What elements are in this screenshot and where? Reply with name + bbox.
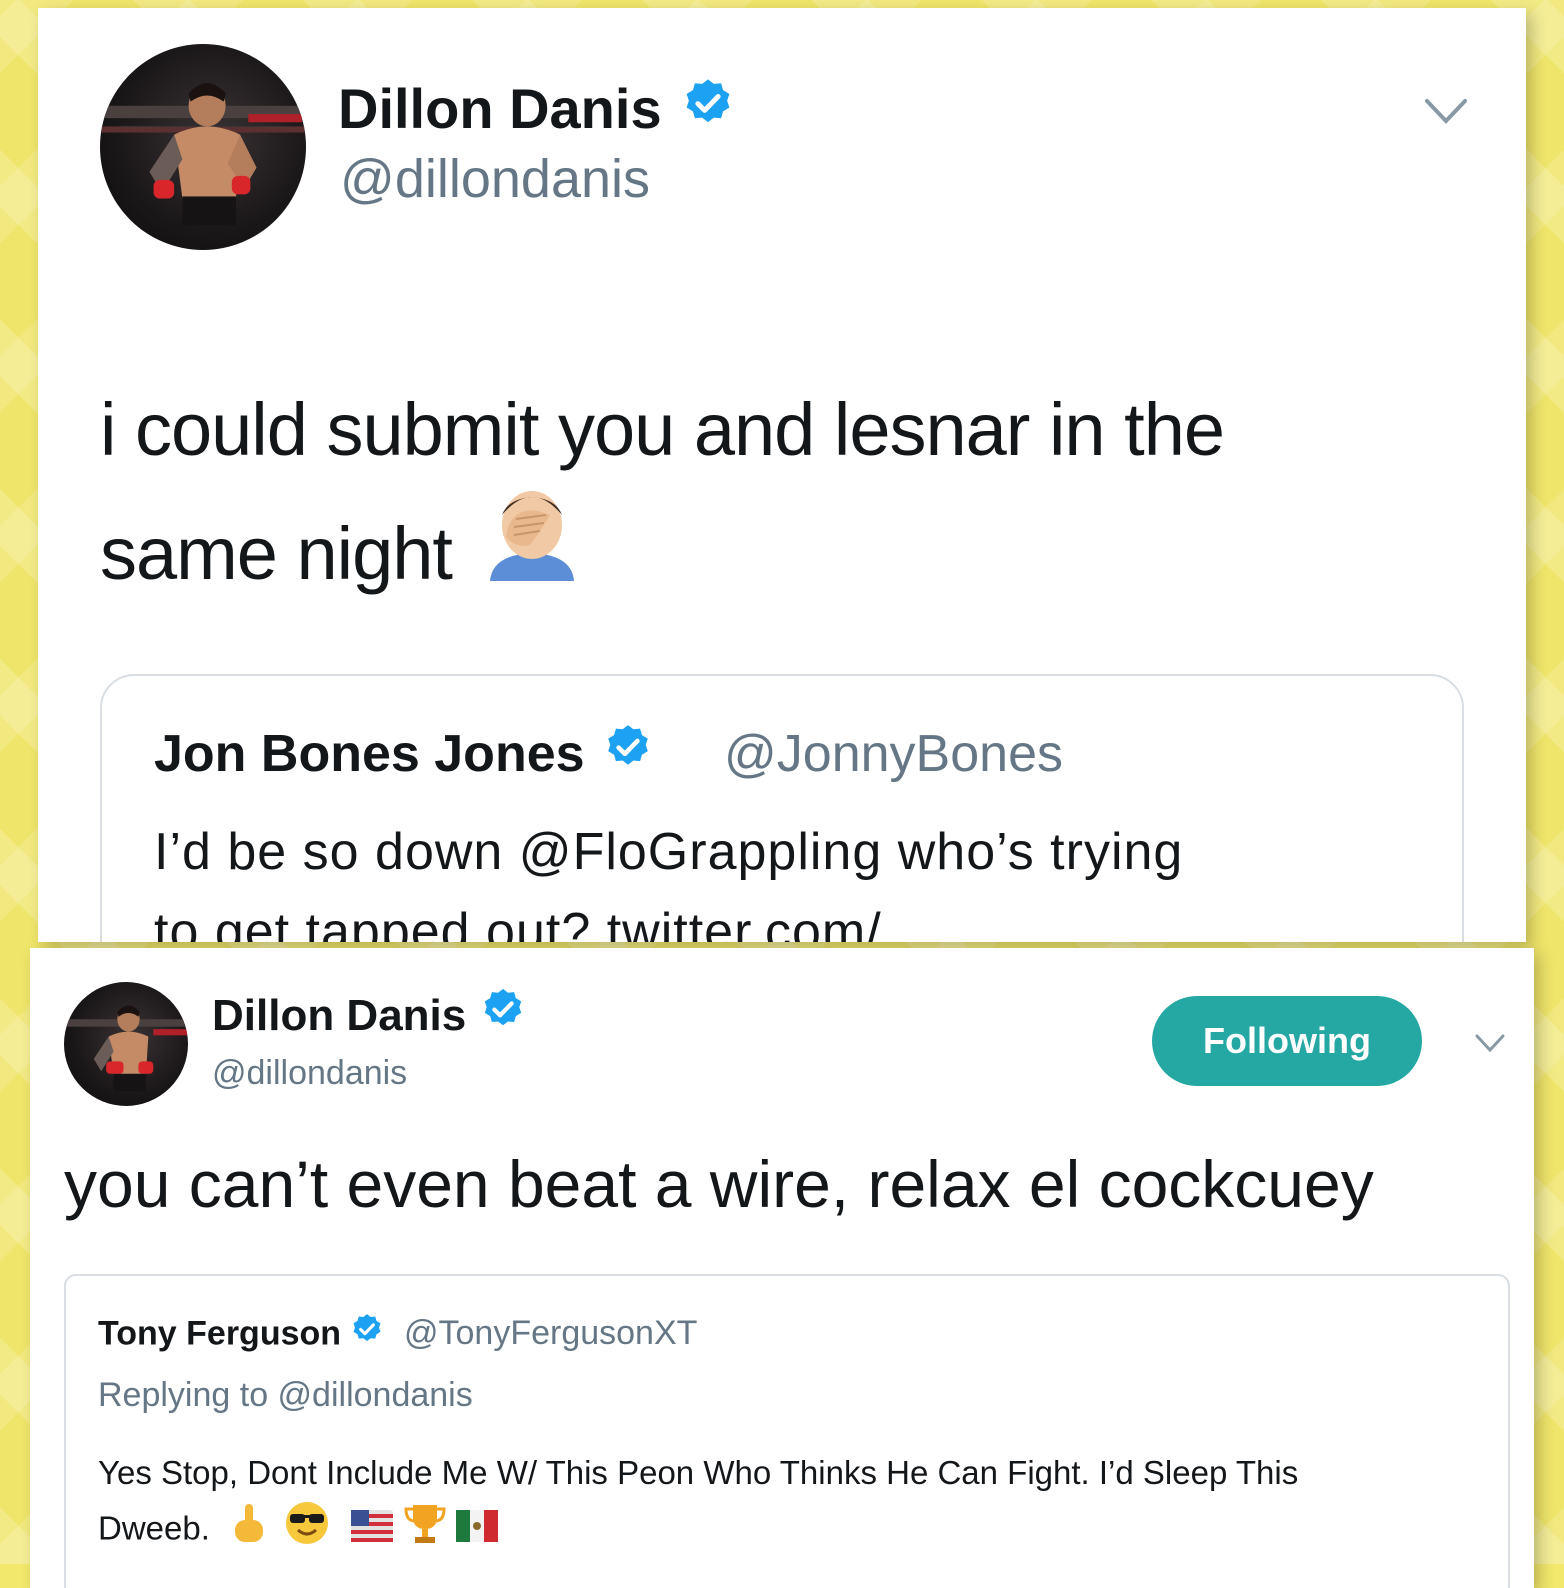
quoted-display-name: Tony Ferguson (98, 1314, 384, 1357)
display-name[interactable]: Dillon Danis (338, 76, 735, 147)
tweet-text: you can’t even beat a wire, relax el coc… (64, 1147, 1374, 1221)
quoted-text: Yes Stop, Dont Include Me W/ This Peon W… (98, 1446, 1298, 1562)
verified-badge-icon (603, 722, 653, 785)
quoted-text: I’d be so down @FloGrappling who’s tryin… (154, 823, 1184, 942)
quoted-handle: @TonyFergusonXT (404, 1314, 698, 1352)
avatar[interactable] (64, 982, 188, 1106)
chevron-down-icon[interactable] (1474, 1032, 1506, 1059)
verified-badge-icon (681, 76, 735, 143)
quoted-tweet[interactable]: Jon Bones Jones @JonnyBones I’d be so do… (100, 674, 1464, 942)
tweet-text: i could submit you and lesnar in the sam… (100, 368, 1225, 626)
handle[interactable]: @dillondanis (340, 148, 650, 210)
mexico-flag-emoji (455, 1504, 498, 1558)
tweet-card-dillon-2: Dillon Danis @dillondanis Following you … (30, 948, 1534, 1588)
tweet-card-dillon-1: Dillon Danis @dillondanis i could submit… (38, 8, 1526, 942)
quoted-handle: @JonnyBones (724, 725, 1063, 783)
display-name[interactable]: Dillon Danis (212, 988, 526, 1047)
pointing-up-emoji (229, 1502, 269, 1560)
verified-badge-icon (480, 986, 526, 1043)
following-button[interactable]: Following (1152, 996, 1422, 1086)
man-facepalming-emoji (486, 485, 578, 618)
sunglasses-emoji (284, 1500, 330, 1562)
chevron-down-icon[interactable] (1424, 96, 1468, 131)
avatar[interactable] (100, 44, 306, 250)
trophy-emoji (403, 1501, 447, 1561)
us-flag-emoji (351, 1504, 394, 1558)
quoted-display-name: Jon Bones Jones (154, 724, 653, 789)
quoted-tweet[interactable]: Tony Ferguson @TonyFergusonXT Replying t… (64, 1274, 1510, 1588)
handle[interactable]: @dillondanis (212, 1054, 407, 1093)
replying-to-label: Replying to @dillondanis (98, 1376, 473, 1414)
verified-badge-icon (350, 1312, 384, 1355)
